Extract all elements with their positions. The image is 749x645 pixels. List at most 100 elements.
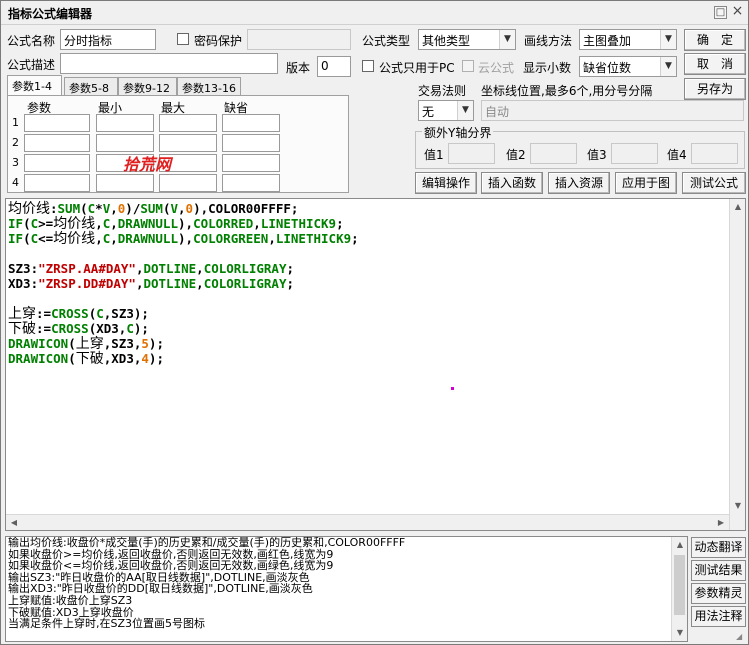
code-line[interactable]: XD3:"ZRSP.DD#DAY",DOTLINE,COLORLIGRAY;: [8, 276, 359, 291]
code-line[interactable]: DRAWICON(下破,XD3,4);: [8, 351, 359, 367]
cancel-button[interactable]: 取 消: [684, 53, 746, 75]
param-default-cell[interactable]: [222, 114, 280, 132]
trade-rule-select[interactable]: 无 ▼: [418, 100, 474, 121]
row-number: 2: [12, 136, 19, 149]
code-editor[interactable]: 均价线:SUM(C*V,0)/SUM(V,0),COLOR00FFFF; IF(C…: [5, 198, 746, 531]
param-name-cell[interactable]: [24, 114, 90, 132]
tab-params-5-8[interactable]: 参数5-8: [64, 77, 118, 95]
code-token: ,: [196, 261, 204, 276]
edit-ops-button[interactable]: 编辑操作: [415, 172, 477, 194]
tab-params-9-12[interactable]: 参数9-12: [118, 77, 177, 95]
scroll-left-icon[interactable]: ◀: [6, 515, 22, 530]
code-token: ,XD3,: [103, 351, 142, 366]
output-vertical-scrollbar[interactable]: ▲ ▼: [671, 537, 687, 641]
code-token: ,: [178, 201, 186, 216]
code-line[interactable]: 下破:=CROSS(XD3,C);: [8, 321, 359, 337]
param-default-cell[interactable]: [222, 134, 280, 152]
pc-only-label: 公式只用于PC: [379, 61, 455, 75]
code-token: DRAWNULL: [117, 231, 178, 246]
translation-output: 输出均价线:收盘价*成交量(手)的历史累和/成交量(手)的历史累和,COLOR0…: [5, 536, 688, 642]
password-input[interactable]: [247, 29, 351, 50]
decimals-select[interactable]: 缺省位数 ▼: [579, 56, 677, 77]
formula-desc-input[interactable]: [60, 53, 278, 74]
param-name-cell[interactable]: [24, 174, 90, 192]
param-name-cell[interactable]: [24, 134, 90, 152]
param-max-cell[interactable]: [159, 114, 217, 132]
code-line[interactable]: [8, 246, 359, 261]
code-token: 均价线: [53, 216, 96, 232]
coord-line-input[interactable]: 自动: [481, 100, 744, 121]
scroll-right-icon[interactable]: ▶: [713, 515, 729, 530]
save-as-button[interactable]: 另存为: [684, 78, 746, 100]
code-token: 下破: [8, 321, 36, 337]
code-token: ,SZ3,: [103, 336, 142, 351]
scroll-thumb[interactable]: [674, 555, 685, 615]
code-line[interactable]: SZ3:"ZRSP.AA#DAY",DOTLINE,COLORLIGRAY;: [8, 261, 359, 276]
test-formula-button[interactable]: 测试公式: [682, 172, 746, 194]
usage-notes-button[interactable]: 用法注释: [691, 606, 746, 627]
value4-input[interactable]: [691, 143, 738, 164]
cloud-formula-checkbox[interactable]: [462, 60, 474, 72]
decimals-value: 缺省位数: [583, 61, 632, 75]
editor-horizontal-scrollbar[interactable]: ◀ ▶: [6, 514, 729, 530]
value1-input[interactable]: [448, 143, 495, 164]
draw-method-value: 主图叠加: [583, 34, 632, 48]
code-token: :: [50, 201, 58, 216]
formula-name-label: 公式名称: [7, 34, 56, 48]
chevron-down-icon: ▼: [660, 57, 676, 76]
pc-only-checkbox[interactable]: [362, 60, 374, 72]
editor-vertical-scrollbar[interactable]: ▲ ▼: [729, 199, 745, 530]
insert-resource-button[interactable]: 插入资源: [548, 172, 610, 194]
code-line[interactable]: [8, 291, 359, 306]
code-token: XD3:: [8, 276, 39, 291]
code-token: <=: [38, 231, 54, 246]
param-min-cell[interactable]: [96, 114, 154, 132]
scroll-down-icon[interactable]: ▼: [730, 498, 745, 514]
value3-label: 值3: [587, 148, 607, 162]
password-checkbox[interactable]: [177, 33, 189, 45]
param-max-cell[interactable]: [159, 174, 217, 192]
scroll-up-icon[interactable]: ▲: [730, 199, 745, 215]
scroll-down-icon[interactable]: ▼: [672, 625, 687, 641]
param-min-cell[interactable]: [96, 134, 154, 152]
code-line[interactable]: DRAWICON(上穿,SZ3,5);: [8, 336, 359, 352]
formula-name-input[interactable]: 分时指标: [60, 29, 156, 50]
param-name-cell[interactable]: [24, 154, 90, 172]
code-line[interactable]: 上穿:=CROSS(C,SZ3);: [8, 306, 359, 322]
code-line[interactable]: IF(C>=均价线,C,DRAWNULL),COLORRED,LINETHICK…: [8, 216, 359, 232]
value3-input[interactable]: [611, 143, 658, 164]
scroll-up-icon[interactable]: ▲: [672, 537, 687, 553]
code-line[interactable]: 均价线:SUM(C*V,0)/SUM(V,0),COLOR00FFFF;: [8, 201, 359, 217]
value2-input[interactable]: [530, 143, 577, 164]
code-token: 上穿: [75, 336, 104, 352]
code-text[interactable]: 均价线:SUM(C*V,0)/SUM(V,0),COLOR00FFFF; IF(C…: [8, 201, 359, 367]
code-line[interactable]: IF(C<=均价线,C,DRAWNULL),COLORGREEN,LINETHI…: [8, 231, 359, 247]
maximize-button[interactable]: □: [714, 6, 727, 19]
dynamic-translate-button[interactable]: 动态翻译: [691, 537, 746, 558]
param-default-cell[interactable]: [222, 174, 280, 192]
insert-function-button[interactable]: 插入函数: [481, 172, 543, 194]
resize-grip-icon[interactable]: ◢: [736, 632, 746, 642]
code-token: 5: [141, 336, 149, 351]
code-token: SUM: [57, 201, 81, 216]
param-min-cell[interactable]: [96, 174, 154, 192]
draw-method-select[interactable]: 主图叠加 ▼: [579, 29, 677, 50]
formula-type-select[interactable]: 其他类型 ▼: [418, 29, 516, 50]
tab-params-13-16[interactable]: 参数13-16: [177, 77, 241, 95]
code-token: 上穿: [8, 306, 36, 322]
code-token: *: [95, 201, 103, 216]
trade-rule-label: 交易法则: [418, 84, 467, 98]
param-max-cell[interactable]: [159, 134, 217, 152]
param-wizard-button[interactable]: 参数精灵: [691, 583, 746, 604]
code-token: DRAWNULL: [117, 216, 178, 231]
close-button[interactable]: ×: [731, 4, 744, 19]
version-input[interactable]: 0: [317, 56, 351, 77]
test-result-button[interactable]: 测试结果: [691, 560, 746, 581]
password-label: 密码保护: [194, 34, 243, 48]
param-default-cell[interactable]: [222, 154, 280, 172]
code-token: (: [80, 201, 88, 216]
tab-params-1-4[interactable]: 参数1-4: [7, 75, 62, 95]
apply-to-chart-button[interactable]: 应用于图: [615, 172, 677, 194]
ok-button[interactable]: 确 定: [684, 29, 746, 51]
code-token: "ZRSP.DD#DAY": [38, 276, 136, 291]
